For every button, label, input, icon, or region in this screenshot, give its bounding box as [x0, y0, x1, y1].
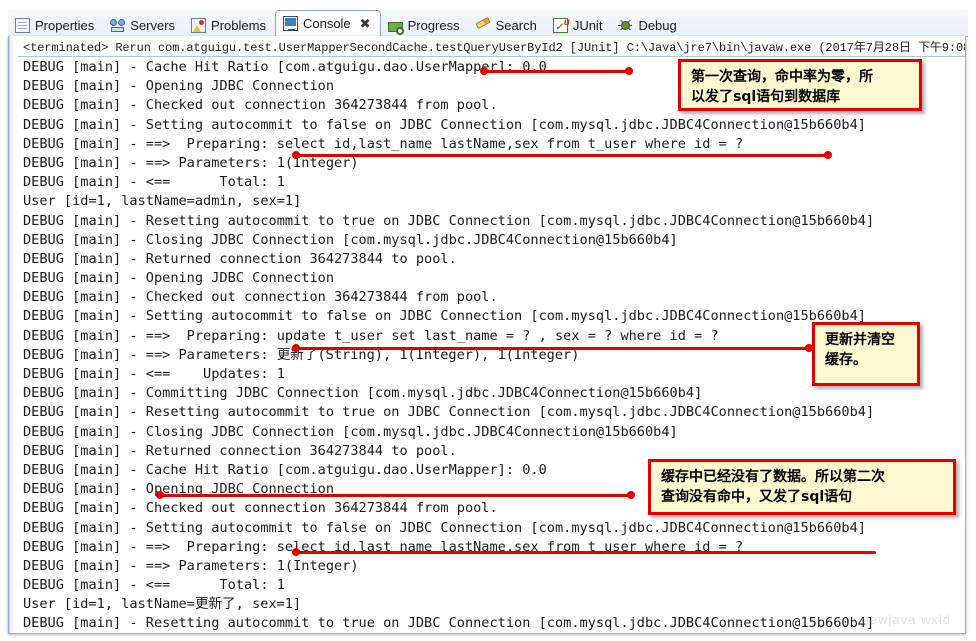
- console-line: DEBUG [main] - <== Total: 1: [23, 174, 285, 191]
- launch-configuration-line: <terminated> Rerun com.atguigu.test.User…: [23, 41, 966, 55]
- tab-console[interactable]: Console ✖: [274, 10, 381, 37]
- console-line: DEBUG [main] - Cache Hit Ratio [com.atgu…: [23, 59, 547, 75]
- console-inner: <terminated> Rerun com.atguigu.test.User…: [9, 36, 965, 633]
- console-line: User [id=1, lastName=admin, sex=1]: [23, 193, 302, 210]
- progress-icon: [387, 22, 404, 35]
- console-line: DEBUG [main] - ==> Preparing: select id,…: [23, 538, 752, 555]
- console-output[interactable]: DEBUG [main] - Cache Hit Ratio [com.atgu…: [23, 58, 965, 633]
- console-line: DEBUG [main] - Resetting autocommit to t…: [23, 404, 875, 421]
- problems-icon: [191, 17, 207, 33]
- console-line: DEBUG [main] - ==> Parameters: 1(Integer…: [23, 557, 359, 574]
- tab-label: Progress: [407, 17, 460, 33]
- console-line: DEBUG [main] - Checked out connection 36…: [23, 97, 498, 114]
- console-line: DEBUG [main] - ==> Parameters: 更新了(Strin…: [23, 346, 580, 363]
- console-line: DEBUG [main] - Setting autocommit to fal…: [23, 519, 866, 536]
- console-line: DEBUG [main] - Opening JDBC Connection: [23, 270, 334, 287]
- tab-label: Search: [495, 17, 537, 33]
- console-line: DEBUG [main] - Checked out connection 36…: [23, 500, 498, 517]
- eclipse-console-window: Properties Servers Problems Console ✖ Pr…: [0, 0, 976, 641]
- tab-search[interactable]: Search: [469, 13, 546, 37]
- console-line: DEBUG [main] - Opening JDBC Connection: [23, 78, 334, 95]
- console-line: DEBUG [main] - Committing JDBC Connectio…: [23, 385, 703, 402]
- console-line: DEBUG [main] - ==> Parameters: 1(Integer…: [23, 154, 359, 171]
- console-line: DEBUG [main] - Opening JDBC Connection: [23, 481, 334, 498]
- watermark: newjava wxid: [861, 612, 951, 627]
- tab-servers[interactable]: Servers: [103, 13, 184, 37]
- tab-junit[interactable]: ✓ u JUnit: [546, 13, 612, 37]
- console-icon: [282, 16, 298, 31]
- console-line: DEBUG [main] - <== Total: 1: [23, 577, 285, 594]
- console-line: User [id=1, lastName=更新了, sex=1]: [23, 596, 302, 613]
- close-icon[interactable]: ✖: [360, 17, 371, 30]
- tab-problems[interactable]: Problems: [184, 13, 275, 37]
- console-line: DEBUG [main] - Closing JDBC Connection […: [23, 423, 678, 440]
- tab-properties[interactable]: Properties: [8, 13, 103, 37]
- junit-icon: ✓ u: [552, 16, 570, 33]
- tab-label: Servers: [130, 17, 176, 33]
- search-icon: [475, 16, 491, 33]
- console-line: DEBUG [main] - Cache Hit Ratio [com.atgu…: [23, 461, 547, 478]
- console-line: DEBUG [main] - Setting autocommit to fal…: [23, 308, 866, 325]
- console-line: DEBUG [main] - Returned connection 36427…: [23, 250, 457, 267]
- console-line: DEBUG [main] - Resetting autocommit to t…: [23, 615, 875, 632]
- tab-progress[interactable]: Progress: [381, 13, 469, 37]
- console-line: DEBUG [main] - Resetting autocommit to t…: [23, 212, 875, 229]
- console-line: DEBUG [main] - Setting autocommit to fal…: [23, 116, 866, 133]
- console-line: DEBUG [main] - ==> Preparing: select id,…: [23, 135, 752, 152]
- properties-icon: [15, 17, 30, 33]
- console-line: DEBUG [main] - ==> Preparing: update t_u…: [23, 327, 727, 344]
- console-line: DEBUG [main] - Returned connection 36427…: [23, 442, 457, 459]
- view-tabbar: Properties Servers Problems Console ✖ Pr…: [8, 10, 968, 37]
- tab-label: Problems: [211, 17, 266, 33]
- console-line: DEBUG [main] - <== Updates: 1: [23, 366, 285, 382]
- tab-label: Console: [302, 16, 351, 31]
- console-line: DEBUG [main] - Closing JDBC Connection […: [23, 231, 678, 248]
- console-line: DEBUG [main] - Checked out connection 36…: [23, 289, 498, 306]
- tab-label: JUnit: [572, 17, 603, 33]
- console-panel: <terminated> Rerun com.atguigu.test.User…: [8, 36, 966, 634]
- servers-icon: [110, 18, 126, 33]
- tab-label: Properties: [35, 17, 95, 33]
- divider: [18, 56, 965, 57]
- tab-debug[interactable]: Debug: [611, 13, 685, 37]
- debug-icon: [618, 18, 633, 33]
- tab-label: Debug: [638, 17, 677, 33]
